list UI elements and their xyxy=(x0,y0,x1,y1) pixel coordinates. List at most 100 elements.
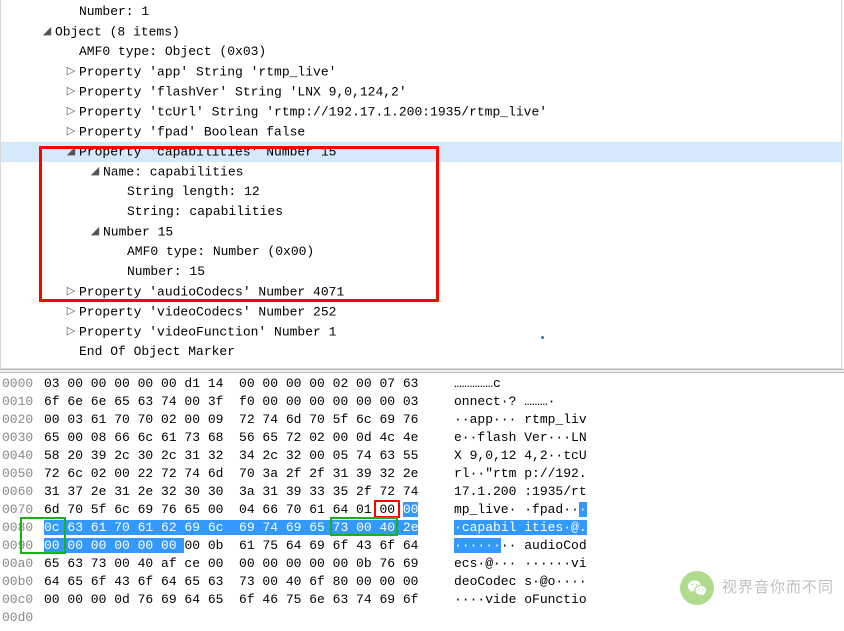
hex-ascii: ····vide oFunctio xyxy=(436,591,587,609)
tree-row[interactable]: ▷Property 'videoCodecs' Number 252 xyxy=(1,302,841,322)
collapse-icon[interactable]: ▷ xyxy=(65,322,77,342)
tree-row[interactable]: ▷Property 'audioCodecs' Number 4071 xyxy=(1,282,841,302)
hex-offset: 0040 xyxy=(0,447,44,465)
dot-annotation xyxy=(541,336,544,339)
hex-ascii: ········ audioCod xyxy=(436,537,587,555)
tree-row[interactable]: ◢Object (8 items) xyxy=(1,22,841,42)
tree-label: AMF0 type: Object (0x03) xyxy=(79,44,266,59)
tree-label: Property 'capabilities' Number 15 xyxy=(79,144,336,159)
hex-row[interactable]: 004058 20 39 2c 30 2c 31 32 34 2c 32 00 … xyxy=(0,447,844,465)
tree-row[interactable]: String length: 12 xyxy=(1,182,841,202)
collapse-icon[interactable]: ▷ xyxy=(65,282,77,302)
hex-row[interactable]: 00d0 xyxy=(0,609,844,627)
hex-bytes: 6d 70 5f 6c 69 76 65 00 04 66 70 61 64 0… xyxy=(44,501,436,519)
tree-label: Property 'audioCodecs' Number 4071 xyxy=(79,284,344,299)
hex-row[interactable]: 00800c 63 61 70 61 62 69 6c 69 74 69 65 … xyxy=(0,519,844,537)
hex-row[interactable]: 00706d 70 5f 6c 69 76 65 00 04 66 70 61 … xyxy=(0,501,844,519)
hex-bytes: 65 00 08 66 6c 61 73 68 56 65 72 02 00 0… xyxy=(44,429,436,447)
tree-row[interactable]: Number: 1 xyxy=(1,2,841,22)
hex-row[interactable]: 00106f 6e 6e 65 63 74 00 3f f0 00 00 00 … xyxy=(0,393,844,411)
tree-row[interactable]: AMF0 type: Number (0x00) xyxy=(1,242,841,262)
tree-label: Property 'videoCodecs' Number 252 xyxy=(79,304,336,319)
tree-row[interactable]: ▷Property 'fpad' Boolean false xyxy=(1,122,841,142)
hex-offset: 0090 xyxy=(0,537,44,555)
expand-icon[interactable]: ◢ xyxy=(89,222,101,242)
hex-ascii: ecs·@··· ······vi xyxy=(436,555,587,573)
hex-ascii: ··app··· rtmp_liv xyxy=(436,411,587,429)
hex-bytes xyxy=(44,609,436,627)
tree-row[interactable]: ▷Property 'videoFunction' Number 1 xyxy=(1,322,841,342)
tree-row[interactable]: AMF0 type: Object (0x03) xyxy=(1,42,841,62)
collapse-icon[interactable]: ▷ xyxy=(65,82,77,102)
watermark: 视界音你而不同 xyxy=(680,571,834,605)
hex-row[interactable]: 005072 6c 02 00 22 72 74 6d 70 3a 2f 2f … xyxy=(0,465,844,483)
hex-bytes: 0c 63 61 70 61 62 69 6c 69 74 69 65 73 0… xyxy=(44,519,436,537)
hex-offset: 00a0 xyxy=(0,555,44,573)
hex-bytes: 00 00 00 00 00 00 00 0b 61 75 64 69 6f 4… xyxy=(44,537,436,555)
hex-ascii: rl··"rtm p://192. xyxy=(436,465,587,483)
collapse-icon[interactable]: ▷ xyxy=(65,302,77,322)
tree-label: Property 'app' String 'rtmp_live' xyxy=(79,64,336,79)
hex-bytes: 31 37 2e 31 2e 32 30 30 3a 31 39 33 35 2… xyxy=(44,483,436,501)
hex-ascii: 17.1.200 :1935/rt xyxy=(436,483,587,501)
tree-row[interactable]: ▷Property 'app' String 'rtmp_live' xyxy=(1,62,841,82)
hex-offset: 0060 xyxy=(0,483,44,501)
hex-row[interactable]: 006031 37 2e 31 2e 32 30 30 3a 31 39 33 … xyxy=(0,483,844,501)
expand-icon[interactable]: ◢ xyxy=(65,142,77,162)
hex-row[interactable]: 009000 00 00 00 00 00 00 0b 61 75 64 69 … xyxy=(0,537,844,555)
tree-row[interactable]: End Of Object Marker xyxy=(1,342,841,362)
hex-bytes: 6f 6e 6e 65 63 74 00 3f f0 00 00 00 00 0… xyxy=(44,393,436,411)
hex-row[interactable]: 002000 03 61 70 70 02 00 09 72 74 6d 70 … xyxy=(0,411,844,429)
tree-label: Number 15 xyxy=(103,224,173,239)
hex-offset: 0010 xyxy=(0,393,44,411)
wechat-icon xyxy=(680,571,714,605)
hex-ascii: e··flash Ver···LN xyxy=(436,429,587,447)
tree-row[interactable]: ▷Property 'tcUrl' String 'rtmp://192.17.… xyxy=(1,102,841,122)
tree-label: Property 'tcUrl' String 'rtmp://192.17.1… xyxy=(79,104,547,119)
hex-pane: 000003 00 00 00 00 00 d1 14 00 00 00 00 … xyxy=(0,373,844,631)
tree-row[interactable]: ◢Property 'capabilities' Number 15 xyxy=(1,142,841,162)
expand-icon[interactable]: ◢ xyxy=(89,162,101,182)
collapse-icon[interactable]: ▷ xyxy=(65,62,77,82)
hex-offset: 0030 xyxy=(0,429,44,447)
hex-ascii xyxy=(436,609,454,627)
tree-row[interactable]: ◢Name: capabilities xyxy=(1,162,841,182)
hex-ascii: mp_live· ·fpad··· xyxy=(436,501,587,519)
tree-row[interactable]: ◢Number 15 xyxy=(1,222,841,242)
hex-ascii: onnect·? ………· xyxy=(436,393,555,411)
tree-label: String: capabilities xyxy=(127,204,283,219)
tree-row[interactable]: Number: 15 xyxy=(1,262,841,282)
hex-offset: 0080 xyxy=(0,519,44,537)
hex-bytes: 65 63 73 00 40 af ce 00 00 00 00 00 00 0… xyxy=(44,555,436,573)
collapse-icon[interactable]: ▷ xyxy=(65,102,77,122)
hex-row[interactable]: 000003 00 00 00 00 00 d1 14 00 00 00 00 … xyxy=(0,375,844,393)
watermark-text: 视界音你而不同 xyxy=(722,579,834,597)
tree-row[interactable]: String: capabilities xyxy=(1,202,841,222)
hex-row[interactable]: 003065 00 08 66 6c 61 73 68 56 65 72 02 … xyxy=(0,429,844,447)
tree-label: AMF0 type: Number (0x00) xyxy=(127,244,314,259)
hex-bytes: 03 00 00 00 00 00 d1 14 00 00 00 00 02 0… xyxy=(44,375,436,393)
hex-ascii: X 9,0,12 4,2··tcU xyxy=(436,447,587,465)
collapse-icon[interactable]: ▷ xyxy=(65,122,77,142)
tree-label: Object (8 items) xyxy=(55,24,180,39)
hex-offset: 0070 xyxy=(0,501,44,519)
hex-bytes: 72 6c 02 00 22 72 74 6d 70 3a 2f 2f 31 3… xyxy=(44,465,436,483)
tree-row[interactable]: ▷Property 'flashVer' String 'LNX 9,0,124… xyxy=(1,82,841,102)
tree-label: Property 'fpad' Boolean false xyxy=(79,124,305,139)
tree-pane: Number: 1◢Object (8 items)AMF0 type: Obj… xyxy=(0,0,842,369)
tree-label: Property 'flashVer' String 'LNX 9,0,124,… xyxy=(79,84,407,99)
hex-offset: 0020 xyxy=(0,411,44,429)
hex-ascii: deoCodec s·@o···· xyxy=(436,573,587,591)
hex-bytes: 00 03 61 70 70 02 00 09 72 74 6d 70 5f 6… xyxy=(44,411,436,429)
tree-label: String length: 12 xyxy=(127,184,260,199)
hex-bytes: 58 20 39 2c 30 2c 31 32 34 2c 32 00 05 7… xyxy=(44,447,436,465)
hex-offset: 0000 xyxy=(0,375,44,393)
hex-offset: 00b0 xyxy=(0,573,44,591)
hex-offset: 00c0 xyxy=(0,591,44,609)
hex-ascii: ·capabil ities·@. xyxy=(436,519,587,537)
tree-label: Property 'videoFunction' Number 1 xyxy=(79,324,336,339)
tree-label: Name: capabilities xyxy=(103,164,243,179)
tree-label: Number: 1 xyxy=(79,4,149,19)
hex-bytes: 64 65 6f 43 6f 64 65 63 73 00 40 6f 80 0… xyxy=(44,573,436,591)
expand-icon[interactable]: ◢ xyxy=(41,22,53,42)
